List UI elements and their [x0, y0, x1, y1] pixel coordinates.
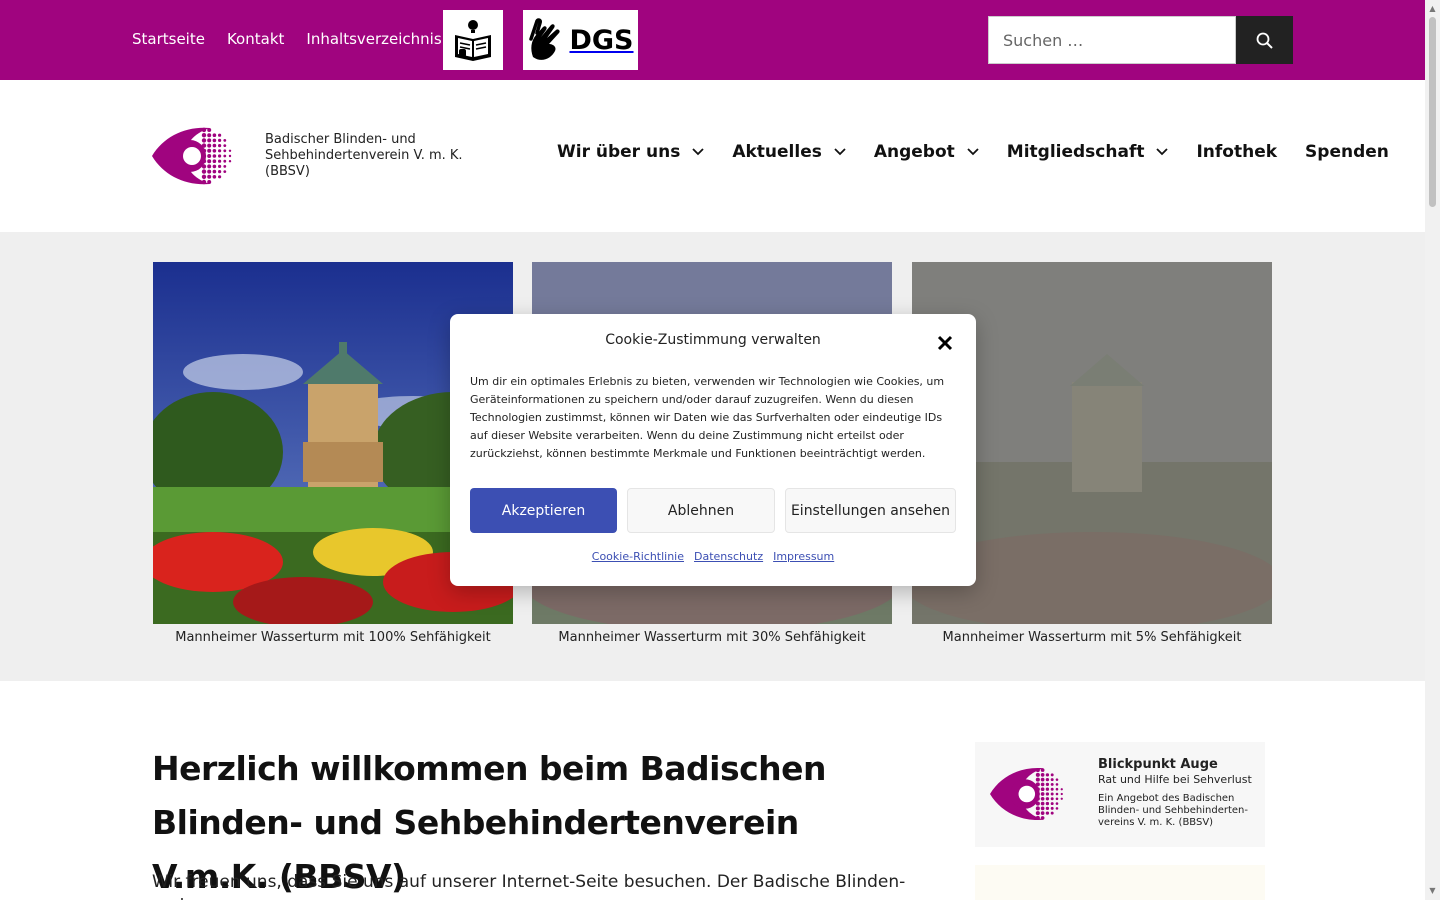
cookie-dialog-title: Cookie-Zustimmung verwalten	[605, 332, 821, 348]
privacy-link[interactable]: Datenschutz	[694, 550, 763, 563]
close-icon	[937, 335, 953, 351]
scroll-down-arrow-icon[interactable]: ▼	[1428, 886, 1437, 895]
cookie-policy-link[interactable]: Cookie-Richtlinie	[592, 550, 684, 563]
page-scrollbar[interactable]: ▲ ▼	[1425, 0, 1440, 900]
scroll-thumb[interactable]	[1429, 17, 1436, 207]
deny-button[interactable]: Ablehnen	[627, 488, 775, 533]
cookie-consent-dialog: Cookie-Zustimmung verwalten Um dir ein o…	[450, 314, 976, 586]
accept-button[interactable]: Akzeptieren	[470, 488, 617, 533]
modal-overlay: Cookie-Zustimmung verwalten Um dir ein o…	[0, 0, 1425, 900]
cookie-dialog-text: Um dir ein optimales Erlebnis zu bieten,…	[470, 375, 945, 460]
imprint-link[interactable]: Impressum	[773, 550, 834, 563]
close-button[interactable]	[934, 332, 956, 354]
view-settings-button[interactable]: Einstellungen ansehen	[785, 488, 956, 533]
cookie-dialog-links: Cookie-Richtlinie Datenschutz Impressum	[450, 550, 976, 563]
scroll-up-arrow-icon[interactable]: ▲	[1428, 4, 1437, 13]
